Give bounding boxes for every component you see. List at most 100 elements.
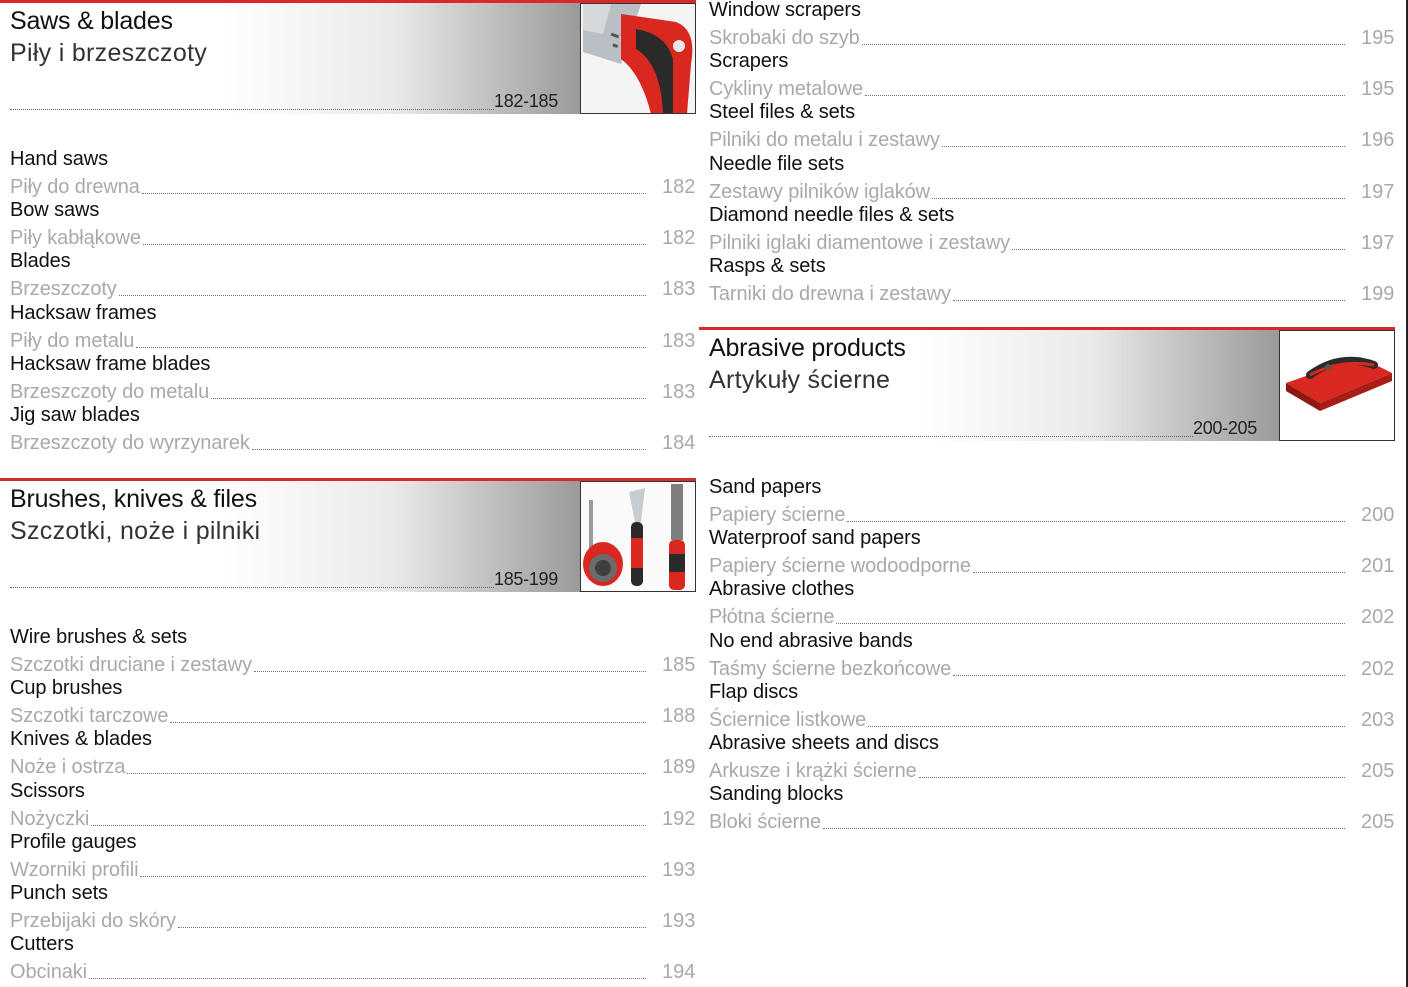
list-item[interactable]: Sand papers Papiery ścierne 200 [709,476,1395,527]
dot-leader [823,828,1345,830]
item-title-pl: Szczotki tarczowe [10,705,169,728]
sanding-block-image [1279,330,1395,441]
item-title-pl: Piły do drewna [10,176,140,198]
item-leader-row: Piły do metalu 183 [10,327,696,353]
list-item[interactable]: Profile gauges Wzorniki profili 193 [10,830,695,882]
item-page-number: 202 [1361,606,1395,629]
item-title-pl: Taśmy ścierne bezkońcowe [709,657,952,680]
item-title-en: Diamond needle files & sets [709,203,955,226]
item-title-en: Waterproof sand papers [709,527,921,550]
item-title-pl: Papiery ścierne wodoodporne [709,555,971,578]
dot-leader [177,927,646,928]
list-item[interactable]: Hacksaw frame blades Brzeszczoty do metal… [10,352,696,404]
item-title-pl: Arkusze i krążki ścierne [709,760,917,782]
dot-leader [972,572,1345,574]
item-title-pl: Noże i ostrza [10,756,126,779]
list-item[interactable]: Flap discs Ściernice listkowe 203 [709,681,1394,732]
item-page-number: 197 [1361,180,1395,203]
list-item[interactable]: Cup brushes Szczotki tarczowe 188 [10,677,695,728]
dot-leader [170,722,646,724]
item-page-number: 202 [1361,657,1395,680]
item-title-pl: Zestawy pilników iglaków [709,180,931,203]
list-item[interactable]: Diamond needle files & sets Pilniki iglak… [709,203,1394,255]
list-item[interactable]: Sanding blocks Bloki ścierne 205 [709,783,1395,834]
item-page-number: 200 [1361,504,1395,526]
item-leader-row: Pilniki do metalu i zestawy 196 [709,126,1395,152]
list-item[interactable]: Punch sets Przebijaki do skóry 193 [10,882,695,933]
brush-knife-file-image [580,481,696,592]
item-leader-row: Nożyczki 192 [10,805,695,831]
item-leader-row: Papiery ścierne 200 [709,501,1395,527]
section-dotted-rule [10,587,494,588]
item-title-pl: Płótna ścierne [709,606,835,629]
item-title-en: Hacksaw frames [10,301,157,324]
item-page-number: 183 [662,380,696,403]
item-leader-row: Bloki ścierne 205 [709,808,1395,834]
dot-leader [847,521,1345,522]
item-title-en: Jig saw blades [10,404,140,426]
list-item[interactable]: Wire brushes & sets Szczotki druciane i z… [10,626,696,677]
dot-leader [953,674,1345,676]
list-item[interactable]: Scrapers Cykliny metalowe 195 [709,50,1395,101]
dot-leader [865,95,1345,97]
list-item[interactable]: Knives & blades Noże i ostrza 189 [10,728,695,779]
dot-leader [140,875,646,877]
item-leader-row: Noże i ostrza 189 [10,753,695,779]
list-item[interactable]: Hand saws Piły do drewna 182 [10,148,695,199]
list-item[interactable]: Hacksaw frames Piły do metalu 183 [10,301,696,353]
item-title-en: Abrasive clothes [709,578,855,601]
dot-leader [941,146,1345,148]
list-item[interactable]: Abrasive clothes Płótna ścierne 202 [709,578,1395,629]
list-item[interactable]: Bow saws Piły kabłąkowe 182 [10,199,695,250]
list-item[interactable]: Scissors Nożyczki 192 [10,779,695,831]
item-title-pl: Szczotki druciane i zestawy [10,654,252,676]
item-leader-row: Brzeszczoty 183 [10,275,695,301]
item-title-en: Hacksaw frame blades [10,352,211,375]
item-title-en: Needle file sets [709,152,845,175]
saw-image [580,3,696,114]
item-title-pl: Brzeszczoty [10,278,117,301]
item-page-number: 205 [1361,760,1395,782]
item-leader-row: Wzorniki profili 193 [10,856,695,882]
item-title-pl: Bloki ścierne [709,811,822,834]
item-title-en: Profile gauges [10,830,137,853]
item-title-en: Steel files & sets [709,101,856,124]
list-item[interactable]: Cutters Obcinaki 194 [10,933,695,984]
item-title-pl: Piły do metalu [10,329,135,352]
dot-leader [89,978,646,980]
dot-leader [1012,248,1345,250]
section-title-pl: Szczotki, noże i pilniki [10,517,261,545]
list-item[interactable]: Window scrapers Skrobaki do szyb 195 [709,0,1395,50]
list-item[interactable]: Blades Brzeszczoty 183 [10,250,695,301]
list-item[interactable]: Rasps & sets Tarniki do drewna i zestawy 1… [709,255,1394,306]
item-page-number: 196 [1361,129,1395,152]
item-leader-row: Piły kabłąkowe 182 [10,224,695,250]
item-title-pl: Skrobaki do szyb [709,27,860,49]
item-leader-row: Cykliny metalowe 195 [709,75,1395,101]
list-item[interactable]: Jig saw blades Brzeszczoty do wyrzynarek 1… [10,404,695,455]
list-item[interactable]: Steel files & sets Pilniki do metalu i ze… [709,101,1395,152]
item-page-number: 195 [1361,78,1395,101]
item-title-en: Scissors [10,779,85,802]
item-leader-row: Szczotki druciane i zestawy 185 [10,651,696,677]
dot-leader [127,773,646,775]
dot-leader [141,193,646,194]
section-dotted-rule [709,436,1193,437]
item-title-en: Window scrapers [709,0,861,21]
item-leader-row: Piły do drewna 182 [10,173,695,199]
list-item[interactable]: No end abrasive bands Taśmy ścierne bezko… [709,630,1395,681]
item-title-en: Cutters [10,933,74,956]
list-item[interactable]: Needle file sets Zestawy pilników iglaków… [709,152,1395,204]
item-leader-row: Ściernice listkowe 203 [709,706,1394,732]
item-title-en: Sand papers [709,476,822,498]
item-title-en: Bow saws [10,199,100,222]
section-header-abrasive: Abrasive products Artykuły ścierne 200-2… [699,327,1395,441]
item-page-number: 183 [662,329,696,352]
item-leader-row: Brzeszczoty do wyrzynarek 184 [10,429,695,455]
list-item[interactable]: Waterproof sand papers Papiery ścierne wo… [709,527,1394,578]
dot-leader [861,44,1345,45]
list-item[interactable]: Abrasive sheets and discs Arkusze i krążk… [709,732,1395,783]
item-page-number: 205 [1361,811,1395,834]
item-page-number: 195 [1361,27,1395,49]
item-page-number: 185 [662,654,696,676]
